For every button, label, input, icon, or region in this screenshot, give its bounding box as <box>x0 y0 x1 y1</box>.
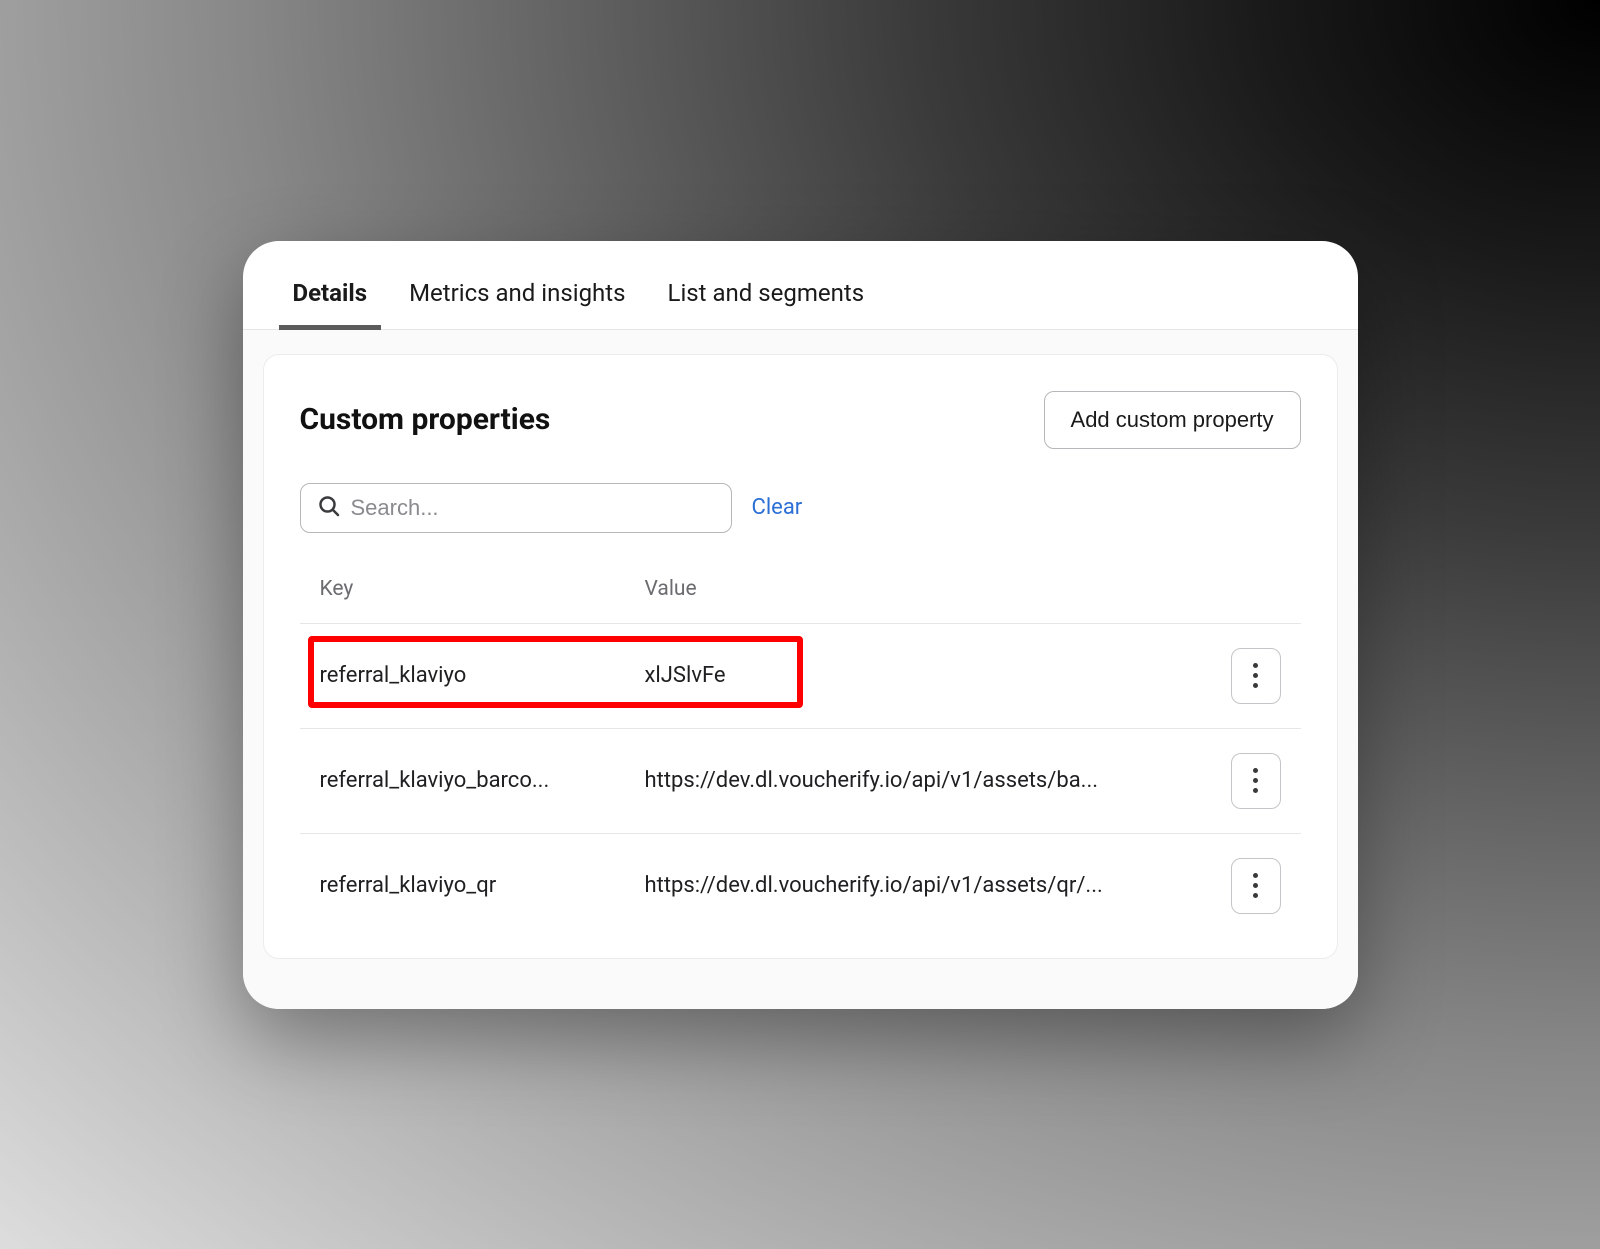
panel-title: Custom properties <box>300 402 551 437</box>
search-input[interactable] <box>351 495 715 521</box>
cell-value: xlJSlvFe <box>645 663 1221 688</box>
table-row: referral_klaviyo_qr https://dev.dl.vouch… <box>300 834 1301 938</box>
cell-key: referral_klaviyo <box>320 663 645 688</box>
table-row: referral_klaviyo xlJSlvFe <box>300 624 1301 729</box>
row-actions-button[interactable] <box>1231 648 1281 704</box>
panel-wrap: Custom properties Add custom property Cl… <box>243 330 1358 1009</box>
cell-key: referral_klaviyo_barco... <box>320 768 645 793</box>
clear-link[interactable]: Clear <box>752 495 803 520</box>
custom-properties-panel: Custom properties Add custom property Cl… <box>263 354 1338 959</box>
tab-segments[interactable]: List and segments <box>668 269 865 329</box>
cell-key: referral_klaviyo_qr <box>320 873 645 898</box>
add-custom-property-button[interactable]: Add custom property <box>1044 391 1301 449</box>
properties-table: Key Value referral_klaviyo xlJSlvFe refe… <box>300 563 1301 938</box>
search-box[interactable] <box>300 483 732 533</box>
row-actions-button[interactable] <box>1231 858 1281 914</box>
search-row: Clear <box>300 483 1301 533</box>
panel-header: Custom properties Add custom property <box>300 391 1301 449</box>
tab-metrics[interactable]: Metrics and insights <box>409 269 625 329</box>
window: Details Metrics and insights List and se… <box>243 241 1358 1009</box>
tab-bar: Details Metrics and insights List and se… <box>243 269 1358 330</box>
cell-value: https://dev.dl.voucherify.io/api/v1/asse… <box>645 768 1221 793</box>
column-header-key: Key <box>320 577 645 601</box>
table-row: referral_klaviyo_barco... https://dev.dl… <box>300 729 1301 834</box>
table-head: Key Value <box>300 563 1301 624</box>
cell-value: https://dev.dl.voucherify.io/api/v1/asse… <box>645 873 1221 898</box>
search-icon <box>317 494 341 522</box>
tab-details[interactable]: Details <box>293 269 368 329</box>
column-header-value: Value <box>645 577 1221 601</box>
row-actions-button[interactable] <box>1231 753 1281 809</box>
